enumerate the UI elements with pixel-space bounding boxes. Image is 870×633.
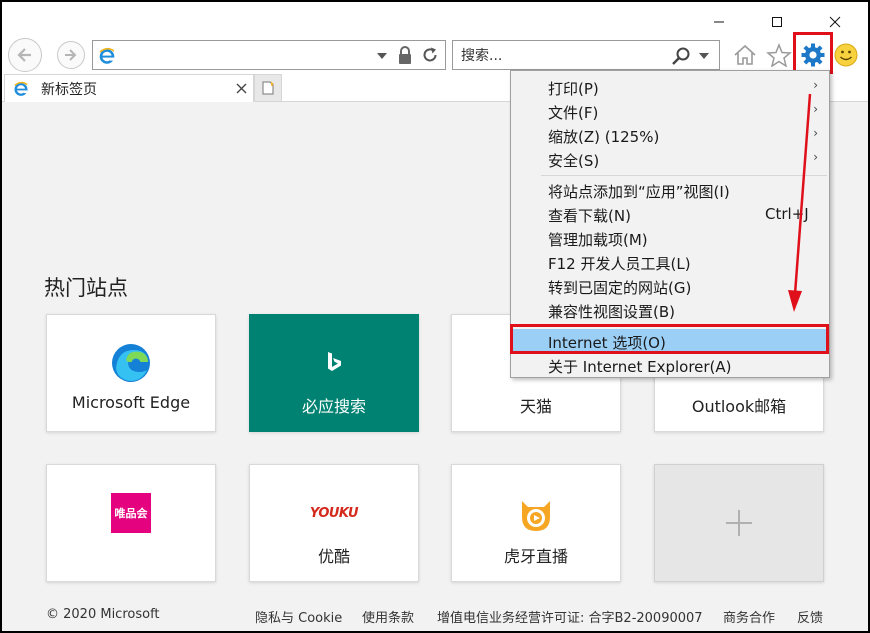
tab-title: 新标签页 bbox=[41, 81, 97, 98]
footer-cooperation-link[interactable]: 商务合作 bbox=[723, 607, 775, 626]
site-tile-label: 必应搜索 bbox=[301, 397, 366, 416]
lock-icon[interactable] bbox=[397, 46, 413, 65]
submenu-arrow-icon: › bbox=[813, 126, 818, 140]
menu-item-label: 查看下载(N) bbox=[548, 207, 631, 225]
new-tab-icon bbox=[262, 81, 274, 95]
menu-separator bbox=[541, 175, 827, 176]
minimize-button[interactable] bbox=[704, 10, 734, 34]
menu-item-zoom[interactable]: 缩放(Z) (125%) › bbox=[512, 123, 828, 147]
maximize-button[interactable] bbox=[762, 10, 792, 34]
vip-logo-text: 唯品会 bbox=[114, 507, 148, 520]
menu-item-label: 兼容性视图设置(B) bbox=[548, 303, 675, 321]
menu-item-about-ie[interactable]: 关于 Internet Explorer(A) bbox=[512, 353, 828, 377]
footer-copyright: © 2020 Microsoft bbox=[46, 607, 160, 622]
footer-license-link[interactable]: 增值电信业务经营许可证: 合字B2-20090007 bbox=[437, 607, 703, 626]
menu-item-shortcut: Ctrl+J bbox=[765, 205, 809, 223]
site-tile-label: Microsoft Edge bbox=[71, 393, 191, 412]
refresh-icon[interactable] bbox=[421, 46, 439, 64]
site-tile-huya[interactable]: 虎牙直播 bbox=[451, 464, 621, 582]
back-button[interactable] bbox=[8, 38, 42, 72]
feedback-smiley-button[interactable] bbox=[831, 40, 861, 70]
home-icon bbox=[734, 44, 756, 65]
menu-item-f12-devtools[interactable]: F12 开发人员工具(L) bbox=[512, 250, 828, 274]
ie-logo-icon bbox=[99, 47, 115, 64]
site-tile-label: 优酷 bbox=[317, 547, 350, 566]
menu-item-label: 将站点添加到“应用”视图(I) bbox=[548, 183, 730, 201]
submenu-arrow-icon: › bbox=[813, 102, 818, 116]
footer: © 2020 Microsoft 隐私与 Cookie 使用条款 增值电信业务经… bbox=[2, 604, 868, 628]
search-icon[interactable] bbox=[671, 46, 691, 66]
menu-item-pinned-sites[interactable]: 转到已固定的网站(G) bbox=[512, 274, 828, 298]
address-input[interactable] bbox=[121, 46, 361, 66]
vip-logo-icon: 唯品会 bbox=[111, 493, 151, 533]
menu-item-label: 文件(F) bbox=[548, 104, 599, 122]
menu-item-safety[interactable]: 安全(S) › bbox=[512, 147, 828, 171]
bing-logo-icon bbox=[328, 352, 341, 371]
footer-terms-link[interactable]: 使用条款 bbox=[362, 607, 414, 626]
search-dropdown-icon[interactable] bbox=[699, 52, 709, 60]
huya-logo-icon bbox=[522, 501, 550, 531]
home-button[interactable] bbox=[730, 40, 760, 70]
edge-logo-icon bbox=[112, 344, 150, 382]
close-tab-icon[interactable] bbox=[236, 83, 247, 94]
submenu-arrow-icon: › bbox=[813, 78, 818, 92]
menu-item-label: 管理加载项(M) bbox=[548, 231, 648, 249]
hot-sites-title: 热门站点 bbox=[44, 276, 128, 300]
site-tile-label: 虎牙直播 bbox=[503, 547, 568, 566]
menu-item-label: F12 开发人员工具(L) bbox=[548, 255, 691, 273]
menu-item-file[interactable]: 文件(F) › bbox=[512, 99, 828, 123]
menu-item-print[interactable]: 打印(P) › bbox=[512, 75, 828, 99]
menu-item-label: 转到已固定的网站(G) bbox=[548, 279, 692, 297]
submenu-arrow-icon: › bbox=[813, 150, 818, 164]
menu-item-compat-view[interactable]: 兼容性视图设置(B) bbox=[512, 298, 828, 322]
add-site-icon bbox=[726, 510, 752, 536]
star-icon bbox=[766, 43, 792, 67]
search-bar[interactable] bbox=[452, 40, 720, 70]
youku-logo-icon: YOUKU bbox=[309, 505, 359, 521]
search-input[interactable] bbox=[461, 46, 661, 66]
site-tile-bing[interactable]: 必应搜索 bbox=[249, 314, 419, 432]
menu-item-label: 安全(S) bbox=[548, 152, 600, 170]
favorites-button[interactable] bbox=[764, 40, 794, 70]
smiley-icon bbox=[834, 43, 858, 67]
menu-item-add-to-apps[interactable]: 将站点添加到“应用”视图(I) bbox=[512, 178, 828, 202]
forward-arrow-icon bbox=[65, 49, 77, 61]
menu-item-label: 关于 Internet Explorer(A) bbox=[548, 358, 732, 376]
ie-logo-icon bbox=[14, 81, 28, 96]
site-tile-label: Outlook邮箱 bbox=[691, 397, 787, 416]
new-tab-button[interactable] bbox=[254, 74, 282, 102]
menu-item-view-downloads[interactable]: 查看下载(N) Ctrl+J bbox=[512, 202, 828, 226]
close-icon bbox=[829, 16, 841, 28]
site-tile-youku[interactable]: YOUKU 优酷 bbox=[249, 464, 419, 582]
add-site-tile[interactable] bbox=[654, 464, 824, 582]
footer-feedback-link[interactable]: 反馈 bbox=[797, 607, 823, 626]
address-bar[interactable] bbox=[92, 40, 446, 70]
back-arrow-icon bbox=[17, 48, 31, 62]
ie-window: 新标签页 热门站点 Microsoft Edg bbox=[2, 2, 868, 631]
maximize-icon bbox=[772, 17, 782, 27]
site-tile-vip[interactable]: 唯品会 bbox=[46, 464, 216, 582]
forward-button[interactable] bbox=[57, 41, 85, 69]
close-window-button[interactable] bbox=[820, 10, 850, 34]
footer-privacy-link[interactable]: 隐私与 Cookie bbox=[255, 607, 342, 626]
menu-item-label: 缩放(Z) (125%) bbox=[548, 128, 660, 146]
minimize-icon bbox=[714, 21, 724, 23]
address-dropdown-icon[interactable] bbox=[377, 52, 387, 60]
menu-item-label: 打印(P) bbox=[548, 80, 599, 98]
menu-item-manage-addons[interactable]: 管理加载项(M) bbox=[512, 226, 828, 250]
site-tile-edge[interactable]: Microsoft Edge bbox=[46, 314, 216, 432]
site-tile-label: 天猫 bbox=[519, 397, 552, 416]
internet-options-annotation-box bbox=[510, 324, 829, 354]
tab-new-tab-page[interactable]: 新标签页 bbox=[4, 74, 254, 102]
